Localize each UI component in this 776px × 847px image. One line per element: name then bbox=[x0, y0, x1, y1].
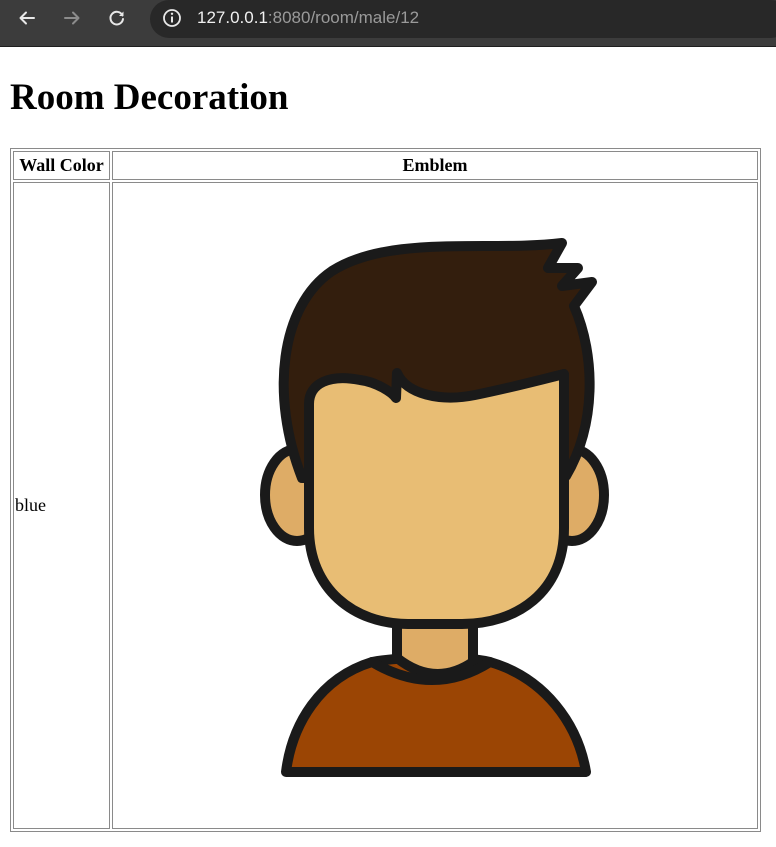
emblem-cell bbox=[112, 182, 758, 829]
url-text[interactable]: 127.0.0.1:8080/room/male/12 bbox=[197, 7, 419, 29]
url-path: :8080/room/male/12 bbox=[267, 8, 420, 27]
url-host: 127.0.0.1 bbox=[197, 8, 268, 27]
back-arrow-icon bbox=[19, 11, 35, 25]
reload-button[interactable] bbox=[104, 5, 130, 31]
info-icon[interactable] bbox=[161, 7, 183, 29]
browser-toolbar: 127.0.0.1:8080/room/male/12 bbox=[0, 0, 776, 47]
male-avatar-icon bbox=[260, 237, 609, 777]
header-emblem: Emblem bbox=[112, 151, 758, 180]
reload-icon bbox=[109, 10, 124, 26]
page-title: Room Decoration bbox=[10, 77, 289, 118]
table-header-row: Wall Color Emblem bbox=[13, 151, 758, 180]
avatar-face bbox=[304, 367, 569, 629]
table-row: blue bbox=[13, 182, 758, 829]
forward-arrow-icon bbox=[64, 11, 80, 25]
back-button[interactable] bbox=[14, 5, 40, 31]
wall-color-cell: blue bbox=[13, 182, 110, 829]
header-wall-color: Wall Color bbox=[13, 151, 110, 180]
forward-button[interactable] bbox=[59, 5, 85, 31]
room-decoration-table: Wall Color Emblem blue bbox=[10, 148, 761, 832]
